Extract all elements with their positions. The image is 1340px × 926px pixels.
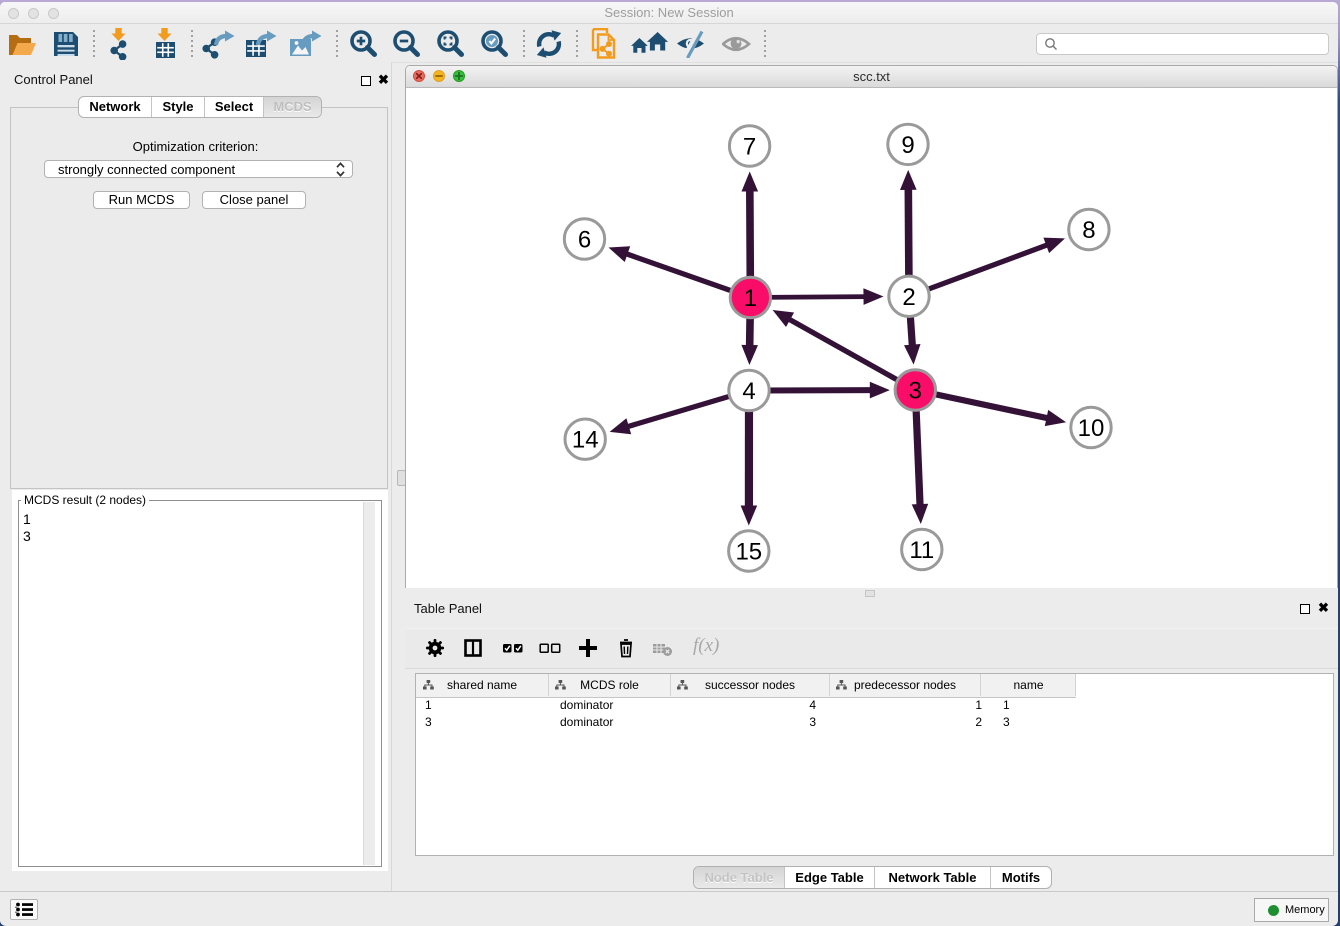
svg-text:4: 4 [742, 378, 755, 405]
svg-text:10: 10 [1078, 415, 1105, 442]
svg-text:3: 3 [909, 378, 922, 405]
svg-text:6: 6 [578, 227, 591, 254]
svg-text:9: 9 [901, 132, 914, 159]
svg-text:7: 7 [743, 134, 756, 161]
svg-text:8: 8 [1082, 217, 1095, 244]
svg-text:2: 2 [902, 284, 915, 311]
svg-text:11: 11 [909, 537, 934, 564]
svg-text:1: 1 [744, 285, 757, 312]
svg-text:14: 14 [572, 427, 599, 454]
svg-text:15: 15 [735, 539, 762, 566]
